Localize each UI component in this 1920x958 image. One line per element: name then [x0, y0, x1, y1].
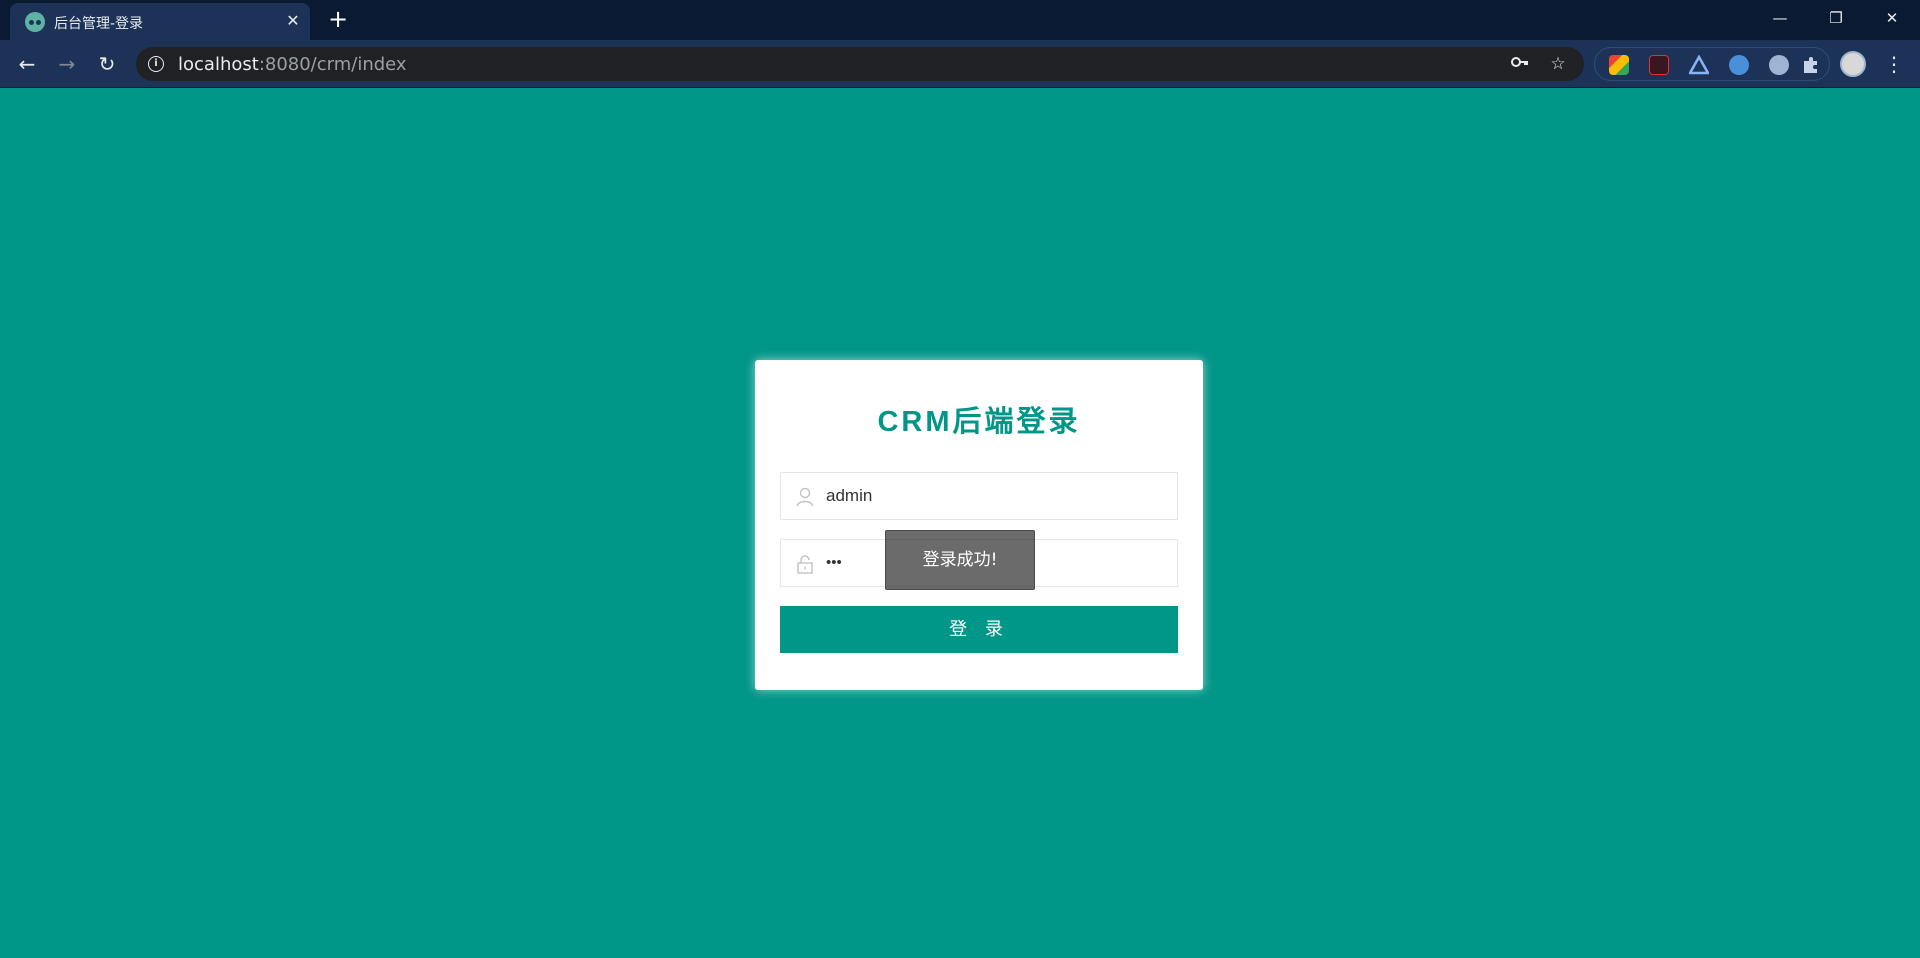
minimize-button[interactable]: —: [1752, 0, 1808, 36]
user-icon: [796, 487, 814, 507]
extension-triangle-icon[interactable]: [1687, 54, 1711, 75]
username-field[interactable]: admin: [780, 472, 1178, 520]
back-arrow-icon[interactable]: ←: [13, 52, 41, 76]
extension-pdf-icon[interactable]: [1649, 55, 1669, 75]
extension-gray-circle-icon[interactable]: [1769, 55, 1789, 75]
browser-title-bar: 后台管理-登录 ✕ + — ❐ ✕: [0, 0, 1920, 40]
key-icon[interactable]: [1508, 52, 1532, 76]
login-title: CRM后端登录: [877, 406, 1081, 438]
extension-blue-circle-icon[interactable]: [1729, 55, 1749, 75]
bookmark-star-icon[interactable]: ☆: [1546, 52, 1570, 76]
restore-button[interactable]: ❐: [1808, 0, 1864, 36]
extensions-puzzle-icon[interactable]: [1801, 55, 1821, 75]
extension-colorful-icon[interactable]: [1609, 55, 1629, 75]
browser-menu-icon[interactable]: ⋮: [1884, 52, 1904, 76]
lock-icon: [796, 554, 814, 574]
username-input[interactable]: admin: [826, 473, 1166, 519]
tab-close-icon[interactable]: ✕: [282, 10, 304, 32]
login-button[interactable]: 登 录: [780, 606, 1178, 653]
browser-tab[interactable]: 后台管理-登录 ✕: [10, 3, 310, 40]
tab-title: 后台管理-登录: [54, 16, 144, 32]
new-tab-button[interactable]: +: [326, 7, 350, 32]
success-toast: 登录成功!: [885, 530, 1035, 590]
login-card: CRM后端登录 admin ••• 登 录: [755, 360, 1203, 690]
url-text[interactable]: localhost:8080/crm/index: [178, 54, 407, 75]
extensions-area: [1594, 47, 1830, 81]
browser-toolbar: ← → ↻ i localhost:8080/crm/index ☆ ⋮: [0, 40, 1920, 88]
address-bar[interactable]: i localhost:8080/crm/index ☆: [136, 47, 1584, 81]
profile-avatar[interactable]: [1840, 51, 1866, 77]
forward-arrow-icon[interactable]: →: [53, 52, 81, 76]
favicon-icon: [25, 12, 45, 32]
site-info-icon[interactable]: i: [148, 56, 164, 72]
reload-icon[interactable]: ↻: [93, 52, 121, 76]
close-window-button[interactable]: ✕: [1864, 0, 1920, 36]
